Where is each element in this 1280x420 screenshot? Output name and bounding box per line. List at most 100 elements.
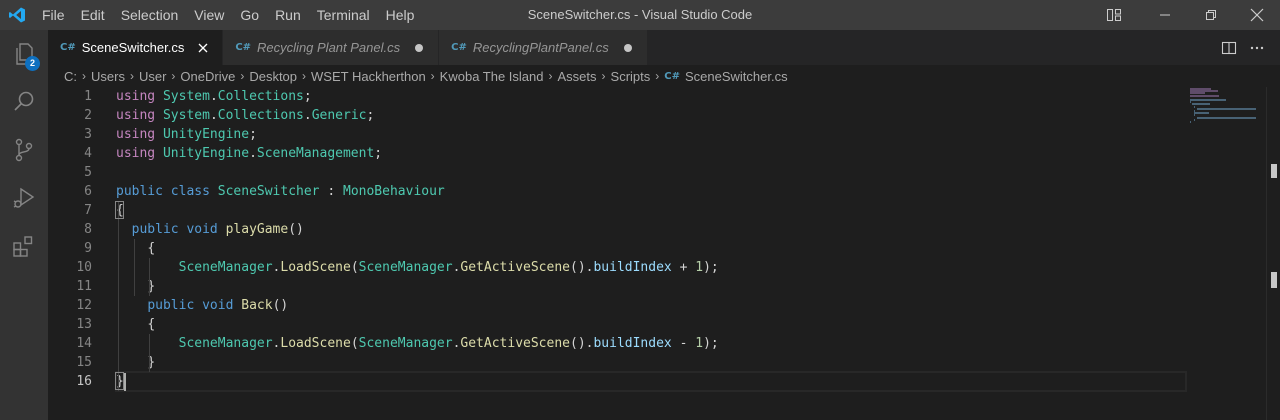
- code-editor[interactable]: 1 2 3 4 5 6 7 8 9 10 11 12 13 14 15 16 using System.Col…: [48, 87, 1280, 420]
- csharp-file-icon: C#: [451, 42, 467, 53]
- minimap[interactable]: [1190, 87, 1268, 127]
- code-punct: ;: [710, 336, 719, 351]
- breadcrumb-item[interactable]: C:: [64, 69, 77, 84]
- line-number: 8: [84, 222, 92, 237]
- code-keyword: using: [116, 127, 156, 142]
- code-punct: (: [350, 260, 359, 275]
- code-line[interactable]: SceneManager.LoadScene(SceneManager.GetA…: [116, 258, 1186, 277]
- run-debug-icon[interactable]: [0, 174, 48, 222]
- breadcrumb-item[interactable]: Desktop: [249, 69, 297, 84]
- code-type: Generic: [311, 108, 367, 123]
- unsaved-dot-icon[interactable]: [619, 39, 637, 57]
- line-number: 4: [84, 146, 92, 161]
- code-line[interactable]: }: [116, 353, 1186, 372]
- code-line[interactable]: SceneManager.LoadScene(SceneManager.GetA…: [116, 334, 1186, 353]
- restore-button[interactable]: [1188, 0, 1234, 30]
- breadcrumb-item[interactable]: Users: [91, 69, 125, 84]
- menu-selection[interactable]: Selection: [113, 0, 187, 30]
- code-punct: (: [288, 222, 297, 237]
- code-line[interactable]: }: [115, 371, 1187, 392]
- tab-label: SceneSwitcher.cs: [81, 40, 185, 55]
- code-line[interactable]: }: [116, 277, 1186, 296]
- minimize-button[interactable]: [1142, 0, 1188, 30]
- code-line[interactable]: using UnityEngine;: [116, 125, 1186, 144]
- breadcrumb-item[interactable]: User: [139, 69, 166, 84]
- minimap-line: [1190, 94, 1219, 97]
- line-number: 16: [76, 374, 92, 389]
- close-window-button[interactable]: [1234, 0, 1280, 30]
- close-tab-icon[interactable]: [194, 39, 212, 57]
- breadcrumb-item[interactable]: OneDrive: [180, 69, 235, 84]
- code-area[interactable]: using System.Collections; using System.Co…: [115, 87, 1187, 392]
- menu-help[interactable]: Help: [378, 0, 423, 30]
- code-punct: .: [209, 89, 218, 104]
- vscode-logo-icon[interactable]: [0, 0, 34, 30]
- code-line[interactable]: public void playGame(): [116, 220, 1186, 239]
- menu-view[interactable]: View: [186, 0, 232, 30]
- menu-file[interactable]: File: [34, 0, 73, 30]
- tab-recyclingplantpanel[interactable]: C# RecyclingPlantPanel.cs: [439, 30, 648, 65]
- code-punct: .: [249, 146, 257, 161]
- code-type: SceneManager: [358, 336, 453, 351]
- code-punct: (: [569, 336, 578, 351]
- tab-sceneswitcher[interactable]: C# SceneSwitcher.cs: [48, 30, 224, 65]
- minimap-line: [1190, 101, 1191, 104]
- scrollbar-marker: [1271, 272, 1277, 288]
- breadcrumb-item[interactable]: WSET Hackherthon: [311, 69, 426, 84]
- code-keyword: public: [116, 184, 163, 199]
- line-number: 10: [76, 260, 92, 275]
- code-line[interactable]: public void Back(): [116, 296, 1186, 315]
- minimap-line: [1193, 112, 1209, 115]
- code-line[interactable]: using UnityEngine.SceneManagement;: [116, 144, 1186, 163]
- code-keyword: public: [131, 222, 179, 237]
- customize-layout-icon[interactable]: [1094, 0, 1134, 30]
- code-type: SceneManager: [178, 260, 273, 275]
- breadcrumb-file[interactable]: C# SceneSwitcher.cs: [664, 69, 787, 84]
- chevron-right-icon: ›: [129, 69, 134, 83]
- editor-actions: [1218, 30, 1268, 65]
- breadcrumb-item[interactable]: Kwoba The Island: [440, 69, 544, 84]
- menu-run[interactable]: Run: [267, 0, 309, 30]
- code-punct: .: [303, 108, 312, 123]
- code-line[interactable]: {: [116, 201, 1186, 220]
- code-type: MonoBehaviour: [343, 184, 445, 199]
- explorer-icon[interactable]: 2: [0, 30, 48, 78]
- more-actions-icon[interactable]: [1246, 37, 1268, 59]
- code-line[interactable]: using System.Collections;: [116, 87, 1186, 106]
- extensions-icon[interactable]: [0, 222, 48, 270]
- code-line[interactable]: public class SceneSwitcher : MonoBehavio…: [116, 182, 1186, 201]
- code-line[interactable]: {: [116, 239, 1186, 258]
- code-line[interactable]: using System.Collections.Generic;: [116, 106, 1186, 125]
- code-line[interactable]: [116, 163, 1186, 182]
- tab-recycling-plant-panel[interactable]: C# Recycling Plant Panel.cs: [223, 30, 440, 65]
- breadcrumb-item[interactable]: Assets: [558, 69, 597, 84]
- tab-label: Recycling Plant Panel.cs: [257, 40, 401, 55]
- vertical-scrollbar[interactable]: [1266, 87, 1280, 420]
- code-type: UnityEngine: [162, 146, 250, 161]
- breadcrumb-item[interactable]: Scripts: [611, 69, 651, 84]
- code-type: SceneSwitcher: [217, 184, 320, 199]
- menu-edit[interactable]: Edit: [73, 0, 113, 30]
- menu-go[interactable]: Go: [232, 0, 267, 30]
- breadcrumb-label: Assets: [557, 68, 597, 84]
- search-icon[interactable]: [0, 78, 48, 126]
- unsaved-dot-icon[interactable]: [410, 39, 428, 57]
- minimap-line: [1190, 121, 1191, 123]
- minimap-line: [1197, 107, 1256, 110]
- split-editor-icon[interactable]: [1218, 37, 1240, 59]
- code-number: 1: [695, 336, 704, 351]
- source-control-icon[interactable]: [0, 126, 48, 174]
- code-line[interactable]: {: [116, 315, 1186, 334]
- code-punct: {: [147, 317, 156, 332]
- chevron-right-icon: ›: [548, 69, 553, 83]
- minimap-line: [1191, 103, 1211, 106]
- line-number: 7: [84, 203, 92, 218]
- menu-terminal[interactable]: Terminal: [309, 0, 378, 30]
- bracket-match: [115, 372, 124, 390]
